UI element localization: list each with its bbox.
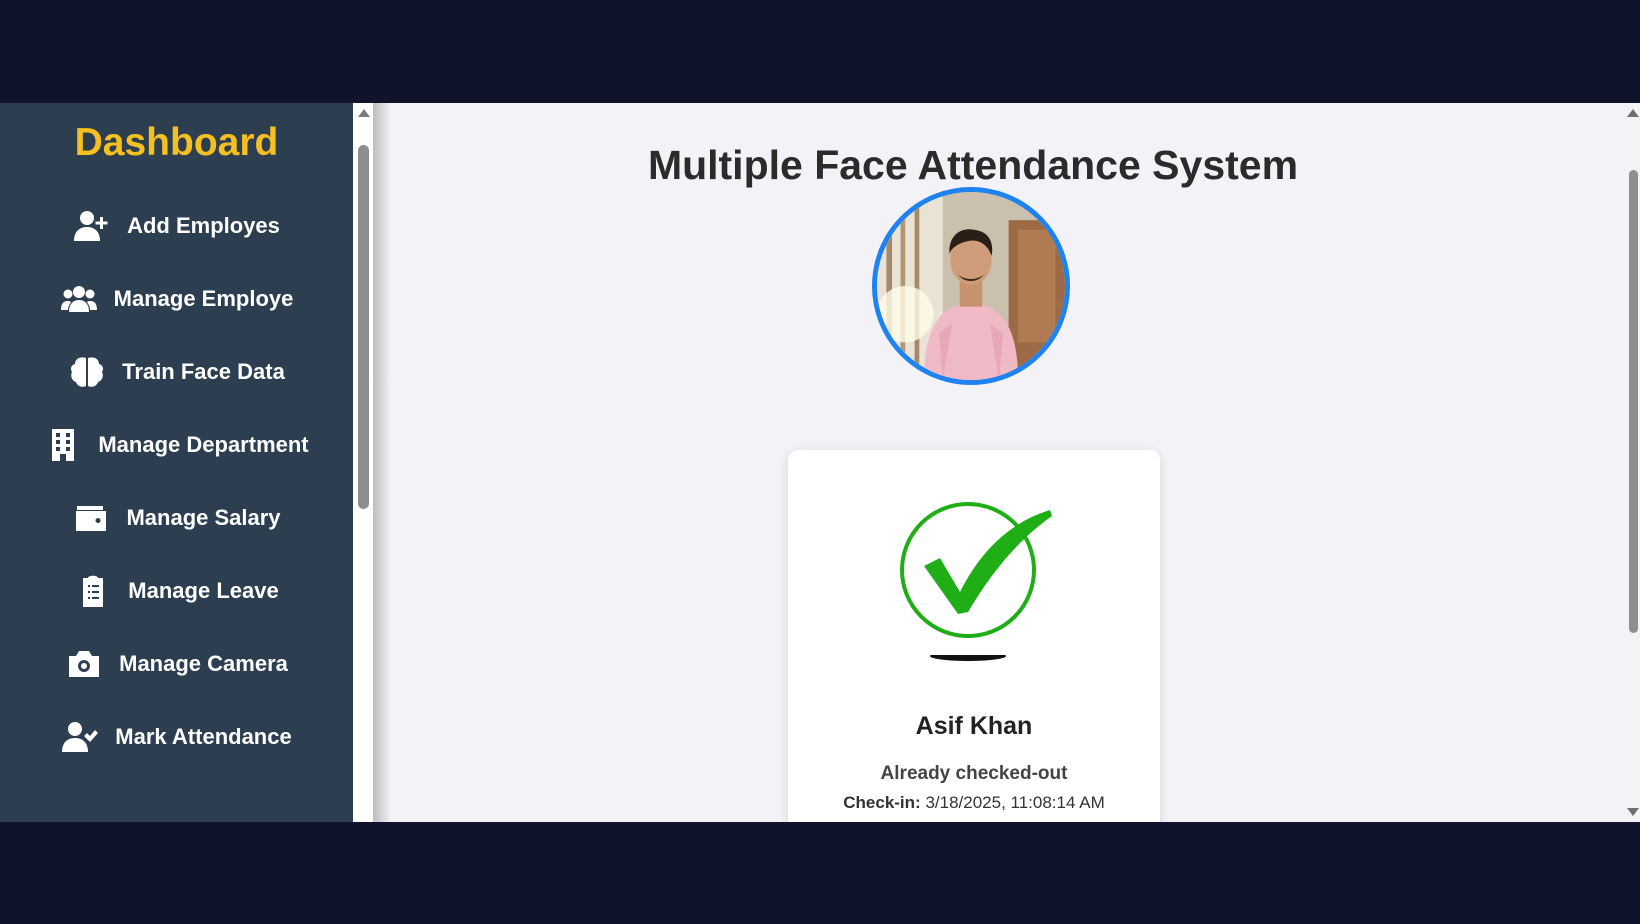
sidebar-item-manage-salary[interactable]: Manage Salary xyxy=(0,490,353,546)
sidebar-item-label: Add Employes xyxy=(127,213,280,238)
wallet-icon xyxy=(72,500,110,536)
sidebar-item-label: Manage Employe xyxy=(113,286,294,311)
attendance-status: Already checked-out xyxy=(880,763,1068,784)
scroll-up-arrow-icon[interactable] xyxy=(358,109,370,117)
clipboard-icon xyxy=(74,573,112,609)
user-plus-icon xyxy=(73,208,111,244)
person-photo-icon xyxy=(877,192,1065,380)
sidebar-item-mark-attendance[interactable]: Mark Attendance xyxy=(0,709,353,765)
success-check-icon xyxy=(900,500,1060,670)
sidebar-item-add-employes[interactable]: Add Employes xyxy=(0,198,353,254)
sidebar-item-manage-camera[interactable]: Manage Camera xyxy=(0,636,353,692)
sidebar-item-manage-leave[interactable]: Manage Leave xyxy=(0,563,353,619)
attendance-result-card: Asif Khan Already checked-out Check-in: … xyxy=(788,450,1160,822)
main-scrollbar-thumb[interactable] xyxy=(1629,170,1638,633)
sidebar-item-manage-department[interactable]: Manage Department xyxy=(0,417,353,473)
sidebar-scrollbar[interactable] xyxy=(353,103,373,822)
scroll-down-arrow-icon[interactable] xyxy=(1627,808,1639,816)
user-check-icon xyxy=(61,719,99,755)
sidebar-item-label: Mark Attendance xyxy=(115,724,292,749)
sidebar-scrollbar-thumb[interactable] xyxy=(358,145,369,509)
sidebar-item-train-face-data[interactable]: Train Face Data xyxy=(0,344,353,400)
sidebar-item-label: Manage Department xyxy=(98,432,309,457)
checkin-timestamp: 3/18/2025, 11:08:14 AM xyxy=(925,793,1105,812)
users-icon xyxy=(60,281,98,317)
sidebar-item-label: Manage Camera xyxy=(119,651,288,676)
app-window: Dashboard Add Employes Manage Employe Tr… xyxy=(0,103,1640,822)
brand-title: Dashboard xyxy=(74,121,279,164)
sidebar: Dashboard Add Employes Manage Employe Tr… xyxy=(0,103,353,822)
scroll-up-arrow-icon[interactable] xyxy=(1627,109,1639,117)
sidebar-item-label: Manage Salary xyxy=(126,505,281,530)
page-title: Multiple Face Attendance System xyxy=(647,142,1299,189)
main-content: Multiple Face Attendance System Asif Kha… xyxy=(373,103,1626,822)
sidebar-item-manage-employe[interactable]: Manage Employe xyxy=(0,271,353,327)
sidebar-item-label: Train Face Data xyxy=(122,359,285,384)
main-scrollbar[interactable] xyxy=(1626,103,1640,822)
checkin-info: Check-in: 3/18/2025, 11:08:14 AM xyxy=(788,793,1160,813)
camera-icon xyxy=(65,646,103,682)
camera-preview-avatar xyxy=(872,187,1070,385)
checkin-label: Check-in: xyxy=(843,793,921,812)
brain-icon xyxy=(68,354,106,390)
sidebar-item-label: Manage Leave xyxy=(128,578,279,603)
building-icon xyxy=(44,427,82,463)
person-name: Asif Khan xyxy=(915,712,1033,740)
